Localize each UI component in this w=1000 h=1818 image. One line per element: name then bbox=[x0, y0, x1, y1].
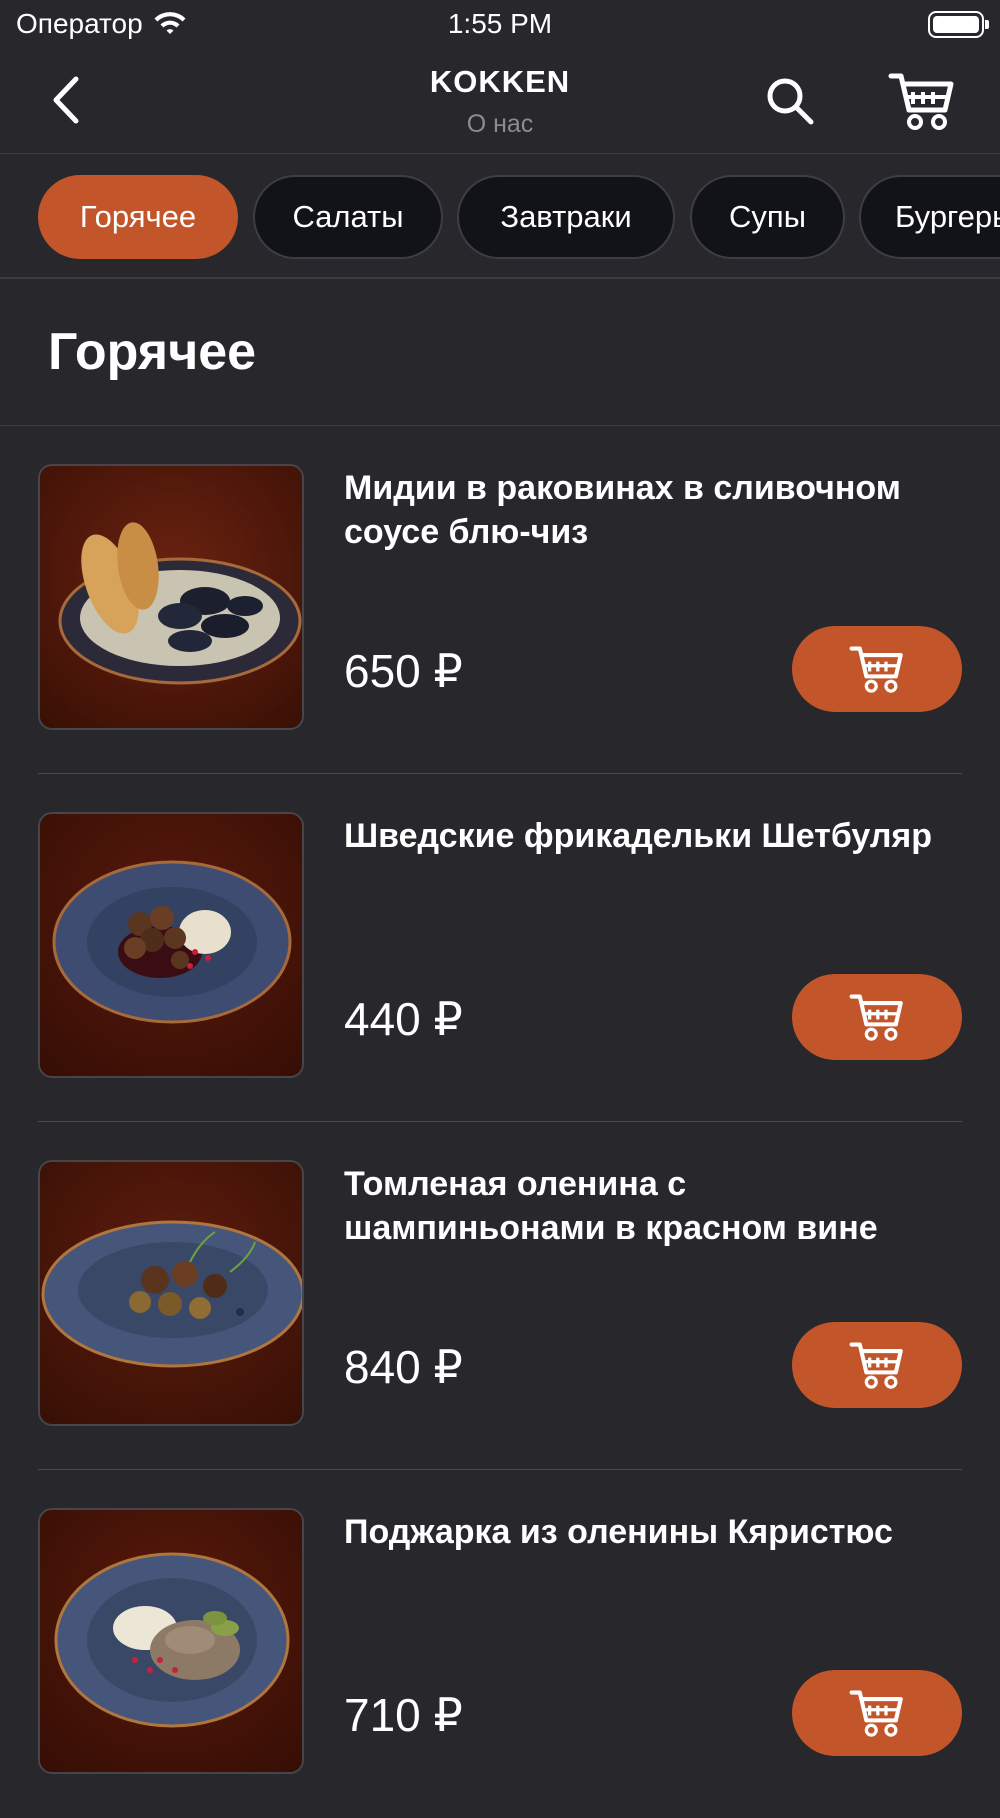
product-photo bbox=[38, 812, 304, 1078]
cart-icon bbox=[849, 1690, 903, 1737]
status-time: 1:55 PM bbox=[447, 8, 553, 39]
product-photo bbox=[38, 464, 304, 730]
category-chip-burgers[interactable]: Бургеры bbox=[859, 175, 1000, 259]
product-price: 650 ₽ bbox=[344, 645, 463, 697]
battery-icon bbox=[928, 11, 989, 38]
add-to-cart-button[interactable] bbox=[792, 1322, 962, 1408]
product-price: 710 ₽ bbox=[344, 1689, 463, 1741]
search-icon bbox=[767, 78, 814, 125]
product-card[interactable]: Шведские фрикадельки Шетбуляр 440 ₽ bbox=[38, 774, 962, 1122]
category-chip-salads[interactable]: Салаты bbox=[253, 175, 443, 259]
add-to-cart-button[interactable] bbox=[792, 1670, 962, 1756]
add-to-cart-button[interactable] bbox=[792, 626, 962, 712]
section-header: Горячее bbox=[0, 280, 1000, 426]
product-price: 840 ₽ bbox=[344, 1341, 463, 1393]
product-name: Поджарка из оленины Кяристюс bbox=[344, 1513, 893, 1551]
product-name: Мидии в раковинах в сливочном соусе блю-… bbox=[344, 469, 901, 551]
search-button[interactable] bbox=[760, 72, 820, 132]
product-price: 440 ₽ bbox=[344, 993, 463, 1045]
cart-icon bbox=[849, 994, 903, 1041]
about-link[interactable]: О нас bbox=[0, 110, 1000, 139]
add-to-cart-button[interactable] bbox=[792, 974, 962, 1060]
cart-button[interactable] bbox=[887, 68, 957, 134]
cart-icon bbox=[849, 1342, 903, 1389]
category-chip-soups[interactable]: Супы bbox=[690, 175, 845, 259]
product-photo bbox=[38, 1160, 304, 1426]
cart-icon bbox=[888, 73, 954, 130]
section-title: Горячее bbox=[48, 323, 257, 381]
category-chip-breakfast[interactable]: Завтраки bbox=[457, 175, 675, 259]
cart-icon bbox=[849, 646, 903, 693]
product-card[interactable]: Мидии в раковинах в сливочном соусе блю-… bbox=[38, 426, 962, 774]
product-card[interactable]: Томленая оленина с шампиньонами в красно… bbox=[38, 1122, 962, 1470]
category-tabs: Горячее Салаты Завтраки Супы Бургеры bbox=[0, 155, 1000, 279]
page-title: KOKKEN bbox=[429, 64, 571, 99]
product-name: Шведские фрикадельки Шетбуляр bbox=[344, 817, 933, 855]
status-bar: Оператор 1:55 PM bbox=[0, 0, 1000, 50]
category-chip-hot[interactable]: Горячее bbox=[38, 175, 238, 259]
product-card[interactable]: Поджарка из оленины Кяристюс 710 ₽ bbox=[38, 1470, 962, 1818]
product-photo bbox=[38, 1508, 304, 1774]
navbar: KOKKEN О нас bbox=[0, 50, 1000, 154]
product-name: Томленая оленина с шампиньонами в красно… bbox=[344, 1165, 878, 1247]
